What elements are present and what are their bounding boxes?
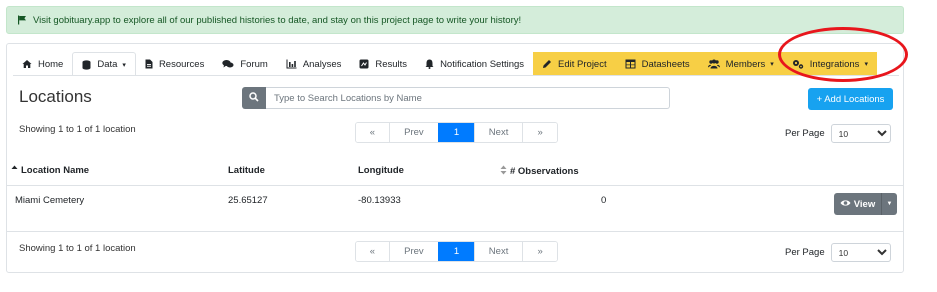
per-page-select[interactable]: 10 — [830, 243, 891, 262]
per-page-label: Per Page — [785, 128, 825, 139]
tab-edit-project[interactable]: Edit Project — [533, 52, 616, 76]
tab-analyses-label: Analyses — [302, 58, 342, 70]
cell-longitude: -80.13933 — [358, 195, 401, 206]
square-icon — [359, 59, 369, 69]
per-page-top: Per Page 10 — [785, 124, 891, 143]
bell-icon — [425, 59, 434, 69]
flag-icon — [17, 15, 27, 25]
column-header-longitude[interactable]: Longitude — [358, 165, 404, 176]
current-page-button[interactable]: 1 — [438, 242, 474, 261]
page-title: Locations — [19, 87, 92, 106]
last-page-button[interactable]: » — [522, 242, 557, 261]
tab-home-label: Home — [38, 58, 64, 70]
cell-observations: 0 — [601, 195, 607, 206]
tab-members-label: Members — [725, 58, 766, 70]
cell-location-name: Miami Cemetery — [15, 195, 85, 206]
tab-results[interactable]: Results — [350, 52, 417, 76]
column-header-label: # Observations — [510, 166, 579, 177]
tab-home[interactable]: Home — [13, 52, 73, 76]
database-icon — [82, 59, 91, 70]
tab-edit-project-label: Edit Project — [558, 58, 607, 70]
locations-panel: Home Data ▾ Resources Forum Analyses Res… — [6, 43, 904, 273]
column-header-label: Longitude — [358, 165, 404, 176]
prev-page-button[interactable]: Prev — [388, 242, 439, 261]
tab-results-label: Results — [375, 58, 408, 70]
tab-notification-settings-label: Notification Settings — [440, 58, 525, 70]
comments-icon — [222, 59, 234, 69]
next-page-button[interactable]: Next — [473, 123, 523, 142]
last-page-button[interactable]: » — [522, 123, 557, 142]
prev-page-button[interactable]: Prev — [388, 123, 439, 142]
results-summary-bottom: Showing 1 to 1 of 1 location — [19, 243, 136, 254]
tabs-divider — [13, 75, 899, 76]
cogs-icon — [792, 59, 804, 69]
chevron-down-icon: ▾ — [770, 61, 774, 68]
tab-integrations[interactable]: Integrations ▾ — [782, 52, 877, 76]
eye-icon — [840, 199, 851, 210]
per-page-label: Per Page — [785, 247, 825, 258]
column-header-latitude[interactable]: Latitude — [228, 165, 265, 176]
column-header-label: Latitude — [228, 165, 265, 176]
tab-resources-label: Resources — [158, 58, 205, 70]
chevron-down-icon: ▼ — [886, 201, 893, 207]
results-summary-top: Showing 1 to 1 of 1 location — [19, 124, 136, 135]
pencil-icon — [542, 59, 552, 69]
chevron-down-icon: ▾ — [122, 61, 126, 69]
tab-forum-label: Forum — [240, 58, 268, 70]
add-locations-button[interactable]: + Add Locations — [808, 88, 893, 110]
pagination-bottom: « Prev 1 Next » — [355, 241, 558, 262]
users-icon — [707, 59, 720, 69]
alert-text: Visit gobituary.app to explore all of ou… — [33, 14, 522, 26]
view-button-group: View ▼ — [834, 193, 897, 215]
chart-icon — [286, 59, 297, 69]
tab-notification-settings[interactable]: Notification Settings — [416, 52, 534, 76]
per-page-select[interactable]: 10 — [830, 124, 891, 143]
info-alert: Visit gobituary.app to explore all of ou… — [6, 6, 904, 34]
sort-icon — [500, 165, 507, 178]
view-button[interactable]: View — [834, 193, 881, 215]
tab-resources[interactable]: Resources — [135, 52, 214, 76]
first-page-button[interactable]: « — [356, 242, 389, 261]
first-page-button[interactable]: « — [356, 123, 389, 142]
column-header-observations[interactable]: # Observations — [500, 165, 579, 178]
cell-latitude: 25.65127 — [228, 195, 268, 206]
search-bar — [242, 87, 670, 109]
sort-asc-icon — [11, 165, 18, 176]
view-dropdown-toggle[interactable]: ▼ — [881, 193, 897, 215]
next-page-button[interactable]: Next — [473, 242, 523, 261]
search-input[interactable] — [266, 87, 670, 109]
tab-members[interactable]: Members ▾ — [698, 52, 783, 76]
tab-data[interactable]: Data ▾ — [72, 52, 136, 76]
tab-integrations-label: Integrations — [809, 58, 860, 70]
tab-analyses[interactable]: Analyses — [276, 52, 351, 76]
home-icon — [22, 59, 32, 69]
search-icon — [249, 91, 259, 105]
current-page-button[interactable]: 1 — [438, 123, 474, 142]
tab-data-label: Data — [97, 59, 118, 70]
table-row-divider — [7, 231, 903, 232]
per-page-bottom: Per Page 10 — [785, 243, 891, 262]
column-header-location-name[interactable]: Location Name — [11, 165, 89, 176]
table-header-divider — [7, 185, 903, 186]
search-button[interactable] — [242, 87, 266, 109]
chevron-down-icon: ▾ — [864, 61, 868, 68]
tab-forum[interactable]: Forum — [213, 52, 277, 76]
pagination-top: « Prev 1 Next » — [355, 122, 558, 143]
project-tabs: Home Data ▾ Resources Forum Analyses Res… — [13, 52, 877, 76]
tab-datasheets[interactable]: Datasheets — [615, 52, 699, 76]
file-icon — [145, 59, 153, 69]
view-button-label: View — [853, 198, 876, 210]
table-icon — [625, 59, 636, 69]
column-header-label: Location Name — [21, 165, 90, 176]
tab-datasheets-label: Datasheets — [641, 58, 690, 70]
